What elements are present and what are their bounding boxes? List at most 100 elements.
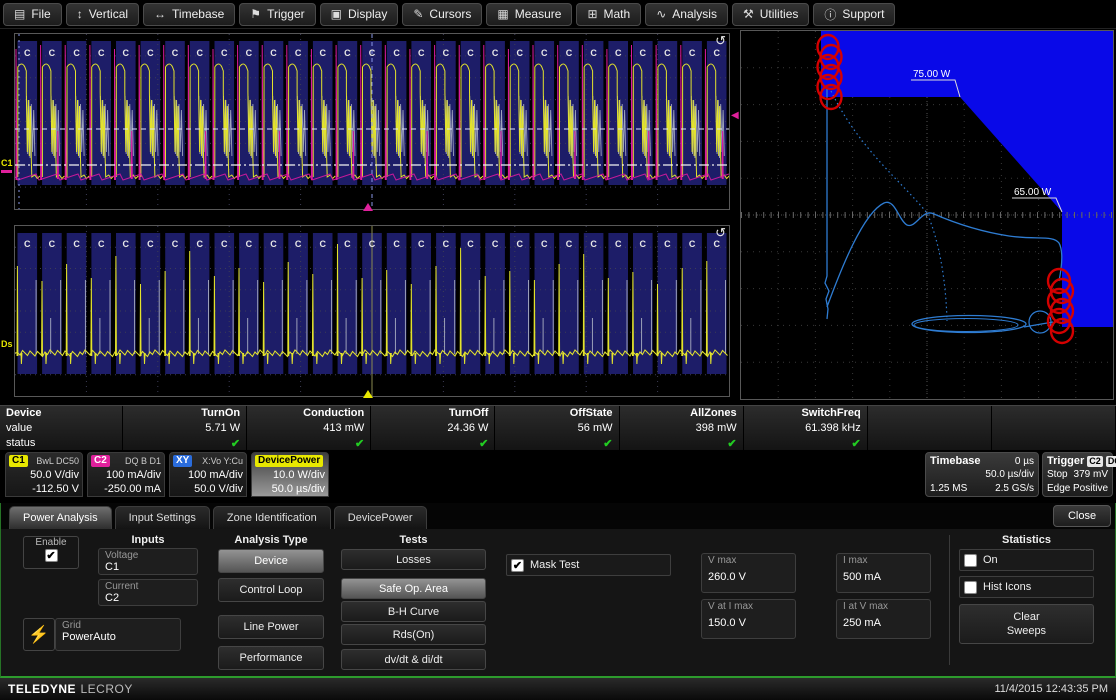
analysis-type-device-button[interactable]: Device: [218, 549, 324, 573]
menu-button-cursors[interactable]: ✎ Cursors: [402, 3, 482, 26]
menu-button-analysis[interactable]: ∿Analysis: [645, 3, 728, 26]
channel-descriptor-c2[interactable]: C2DQ B D1 100 mA/div -250.00 mA: [87, 452, 165, 497]
enable-checkbox-group[interactable]: Enable ✔: [23, 536, 79, 569]
svg-text:C: C: [713, 48, 720, 58]
measure-name-label: Device: [6, 407, 116, 422]
tab-devicepower[interactable]: DevicePower: [334, 506, 427, 529]
inputs-header: Inputs: [98, 534, 198, 546]
menu-button-measure[interactable]: ▦Measure: [486, 3, 572, 26]
menu-label: Timebase: [172, 7, 224, 21]
svg-text:C: C: [246, 239, 253, 249]
svg-text:C: C: [73, 239, 80, 249]
reset-zoom-icon[interactable]: ↺: [715, 226, 726, 239]
statistics-divider: [949, 535, 950, 665]
svg-text:65.00 W: 65.00 W: [1014, 187, 1052, 198]
measure-col-turnon[interactable]: TurnOn 5.71 W ✔: [123, 406, 247, 450]
measure-col-offstate[interactable]: OffState 56 mW ✔: [495, 406, 619, 450]
trigger-time-marker-bottom[interactable]: [363, 390, 373, 398]
svg-text:C: C: [270, 239, 277, 249]
menu-label: File: [31, 7, 50, 21]
reset-zoom-icon[interactable]: ↺: [715, 34, 726, 47]
close-button[interactable]: Close: [1053, 505, 1111, 527]
menu-label: Trigger: [267, 7, 305, 21]
svg-text:C: C: [492, 239, 499, 249]
enable-checkbox[interactable]: ✔: [45, 549, 58, 562]
svg-text:C: C: [541, 48, 548, 58]
hist-icons-checkbox[interactable]: [964, 581, 977, 594]
info-icon: ⓘ: [824, 6, 836, 23]
v-max-field[interactable]: V max 260.0 V: [701, 553, 796, 593]
menu-label: Cursors: [429, 7, 471, 21]
svg-text:C: C: [541, 239, 548, 249]
tab-input-settings[interactable]: Input Settings: [115, 506, 210, 529]
test-safe-op-area-button[interactable]: Safe Op. Area: [341, 578, 486, 599]
bottom-waveform-grid[interactable]: CCCCCCCCCCCCCCCCCCCCCCCCCCCCC ↺: [14, 225, 730, 397]
channel-descriptor-c1[interactable]: C1BwL DC50 50.0 V/div -112.50 V: [5, 452, 83, 497]
menu-button-vertical[interactable]: ↕Vertical: [66, 3, 139, 26]
mask-test-checkbox-group[interactable]: ✔ Mask Test: [506, 554, 671, 576]
grid-mode-field[interactable]: Grid PowerAuto: [55, 618, 181, 651]
menu-button-support[interactable]: ⓘ Support: [813, 3, 895, 26]
analysis-type-performance-button[interactable]: Performance: [218, 646, 324, 670]
statistics-on-checkbox[interactable]: [964, 554, 977, 567]
tab-zone-identification[interactable]: Zone Identification: [213, 506, 331, 529]
svg-text:C: C: [344, 239, 351, 249]
statistics-header: Statistics: [959, 534, 1094, 546]
i-at-v-max-field[interactable]: I at V max 250 mA: [836, 599, 931, 639]
svg-text:C: C: [196, 239, 203, 249]
i-max-field[interactable]: I max 500 mA: [836, 553, 931, 593]
channel-descriptor-devicepower[interactable]: DevicePower 10.0 W/div 50.0 µs/div: [251, 452, 329, 497]
svg-text:C: C: [73, 48, 80, 58]
svg-text:C: C: [24, 48, 31, 58]
trigger-time-marker-top[interactable]: [363, 203, 373, 211]
svg-text:C: C: [49, 48, 56, 58]
mask-test-checkbox[interactable]: ✔: [511, 559, 524, 572]
svg-text:C: C: [467, 239, 474, 249]
test-bh-curve-button[interactable]: B-H Curve: [341, 601, 486, 622]
measure-col-allzones[interactable]: AllZones 398 mW ✔: [620, 406, 744, 450]
trigger-level-marker[interactable]: ◀: [731, 110, 739, 121]
measure-col-conduction[interactable]: Conduction 413 mW ✔: [247, 406, 371, 450]
statistics-on-checkbox-group[interactable]: On: [959, 549, 1094, 571]
trigger-descriptor[interactable]: TriggerC2DC Stop379 mV EdgePositive: [1042, 452, 1113, 497]
grid-mode-button[interactable]: ⚡: [23, 618, 55, 651]
channel-descriptor-xy[interactable]: XYX:Vo Y:Cu 100 mA/div 50.0 V/div: [169, 452, 247, 497]
c1-badge: C1: [9, 455, 28, 467]
xy-badge: XY: [173, 455, 192, 467]
menu-label: Analysis: [672, 7, 717, 21]
tab-power-analysis[interactable]: Power Analysis: [9, 506, 112, 529]
menu-bar: ▤File ↕Vertical ↔Timebase ⚑Trigger ▣Disp…: [0, 0, 1116, 29]
svg-text:C: C: [467, 48, 474, 58]
menu-button-timebase[interactable]: ↔Timebase: [143, 3, 235, 26]
xy-soa-display[interactable]: 75.00 W65.00 W: [740, 30, 1114, 400]
menu-button-file[interactable]: ▤File: [3, 3, 62, 26]
menu-label: Support: [842, 7, 884, 21]
menu-button-utilities[interactable]: ⚒Utilities: [732, 3, 809, 26]
hist-icons-checkbox-group[interactable]: Hist Icons: [959, 576, 1094, 598]
svg-text:C: C: [295, 48, 302, 58]
channel-c1-axis-label: C1: [1, 158, 13, 168]
tests-header: Tests: [341, 534, 486, 546]
analysis-type-line-power-button[interactable]: Line Power: [218, 615, 324, 639]
menu-button-trigger[interactable]: ⚑Trigger: [239, 3, 315, 26]
measure-col-turnoff[interactable]: TurnOff 24.36 W ✔: [371, 406, 495, 450]
cursor-pencil-icon: ✎: [413, 7, 423, 21]
measure-col-switchfreq[interactable]: SwitchFreq 61.398 kHz ✔: [744, 406, 868, 450]
svg-text:C: C: [443, 48, 450, 58]
svg-text:C: C: [221, 239, 228, 249]
clear-sweeps-button[interactable]: Clear Sweeps: [959, 604, 1094, 644]
svg-text:C: C: [172, 48, 179, 58]
test-losses-button[interactable]: Losses: [341, 549, 486, 570]
current-input-field[interactable]: Current C2: [98, 579, 198, 606]
menu-button-display[interactable]: ▣Display: [320, 3, 399, 26]
v-at-i-max-field[interactable]: V at I max 150.0 V: [701, 599, 796, 639]
top-waveform-grid[interactable]: CCCCCCCCCCCCCCCCCCCCCCCCCCCCC ↺: [14, 33, 730, 210]
voltage-input-field[interactable]: Voltage C1: [98, 548, 198, 575]
menu-label: Display: [348, 7, 387, 21]
timebase-descriptor[interactable]: Timebase0 µs 50.0 µs/div 1.25 MS2.5 GS/s: [925, 452, 1039, 497]
analysis-type-control-loop-button[interactable]: Control Loop: [218, 578, 324, 602]
svg-text:C: C: [123, 239, 130, 249]
test-dvdt-didt-button[interactable]: dv/dt & di/dt: [341, 649, 486, 670]
test-rds-on-button[interactable]: Rds(On): [341, 624, 486, 645]
menu-button-math[interactable]: ⊞Math: [576, 3, 641, 26]
